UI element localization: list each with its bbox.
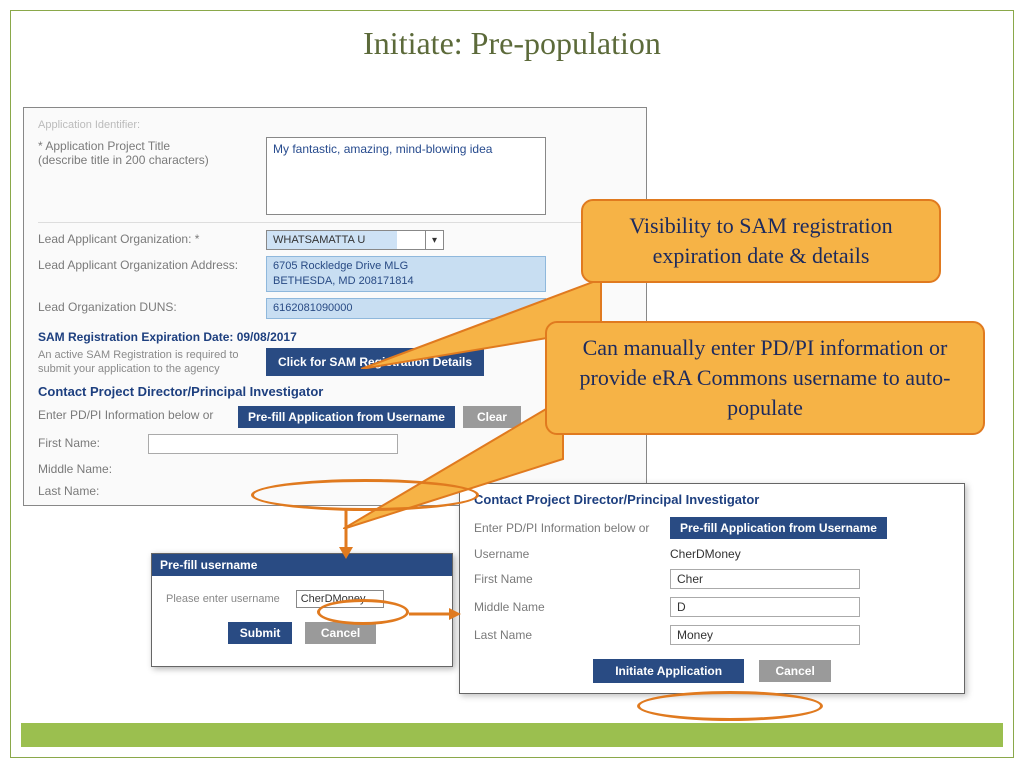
footer-bar bbox=[21, 723, 1003, 747]
initiate-application-button[interactable]: Initiate Application bbox=[593, 659, 744, 683]
result-fn-input[interactable]: Cher bbox=[670, 569, 860, 589]
project-title-row: * Application Project Title (describe ti… bbox=[38, 134, 632, 218]
lead-org-value: WHATSAMATTA U bbox=[273, 234, 365, 246]
sam-note-text: An active SAM Registration is required t… bbox=[38, 348, 266, 376]
result-ln-label: Last Name bbox=[474, 628, 670, 642]
pdpi-instruction-label: Enter PD/PI Information below or bbox=[38, 406, 238, 422]
callout-sam: Visibility to SAM registration expiratio… bbox=[581, 199, 941, 283]
first-name-label: First Name: bbox=[38, 434, 148, 450]
lead-org-row: Lead Applicant Organization: * WHATSAMAT… bbox=[38, 227, 632, 253]
result-prefill-button[interactable]: Pre-fill Application from Username bbox=[670, 517, 887, 539]
prefill-username-dialog: Pre-fill username Please enter username … bbox=[151, 553, 453, 667]
sam-date: 09/08/2017 bbox=[237, 330, 297, 344]
result-mn-label: Middle Name bbox=[474, 600, 670, 614]
lead-addr-label: Lead Applicant Organization Address: bbox=[38, 256, 266, 272]
prefill-submit-button[interactable]: Submit bbox=[228, 622, 293, 644]
callout2-tail bbox=[343, 399, 579, 529]
prefill-dialog-header: Pre-fill username bbox=[152, 554, 452, 576]
lead-org-select[interactable]: WHATSAMATTA U ▾ bbox=[266, 230, 444, 250]
application-identifier-label: Application Identifier: bbox=[38, 117, 266, 131]
last-name-label: Last Name: bbox=[38, 482, 148, 498]
annotation-circle-initiate-btn bbox=[637, 691, 823, 721]
prefill-cancel-button[interactable]: Cancel bbox=[305, 622, 376, 644]
result-username-value: CherDMoney bbox=[670, 547, 741, 561]
result-ln-input[interactable]: Money bbox=[670, 625, 860, 645]
middle-name-label: Middle Name: bbox=[38, 460, 148, 476]
result-cancel-button[interactable]: Cancel bbox=[759, 660, 830, 682]
project-title-input[interactable]: My fantastic, amazing, mind-blowing idea bbox=[266, 137, 546, 215]
application-identifier-row: Application Identifier: bbox=[38, 114, 632, 134]
prefill-username-label: Please enter username bbox=[166, 593, 280, 605]
chevron-down-icon: ▾ bbox=[425, 231, 443, 249]
lead-duns-label: Lead Organization DUNS: bbox=[38, 298, 266, 314]
slide-frame: Initiate: Pre-population Application Ide… bbox=[10, 10, 1014, 758]
result-mn-input[interactable]: D bbox=[670, 597, 860, 617]
lead-org-label: Lead Applicant Organization: * bbox=[38, 230, 266, 246]
project-title-label: * Application Project Title (describe ti… bbox=[38, 137, 266, 167]
result-fn-label: First Name bbox=[474, 572, 670, 586]
slide-title: Initiate: Pre-population bbox=[11, 11, 1013, 72]
callout-pdpi: Can manually enter PD/PI information or … bbox=[545, 321, 985, 435]
annotation-arrow-right bbox=[409, 605, 463, 623]
result-username-label: Username bbox=[474, 547, 670, 561]
annotation-arrow-down bbox=[331, 509, 361, 561]
sam-label: SAM Registration Expiration Date: bbox=[38, 330, 233, 344]
prefill-username-input[interactable] bbox=[296, 590, 384, 608]
